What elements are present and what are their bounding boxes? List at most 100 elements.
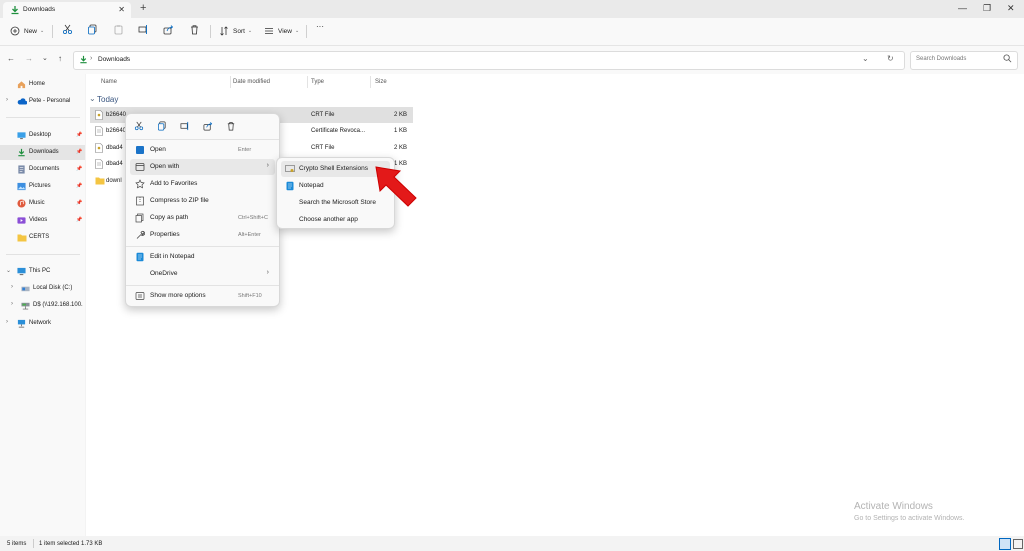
rename-icon[interactable] bbox=[180, 121, 190, 133]
copy-button[interactable] bbox=[87, 24, 98, 38]
notepad-icon bbox=[285, 181, 295, 191]
sidebar-item-local-disk[interactable]: › Local Disk (C:) bbox=[0, 281, 85, 296]
group-chevron-icon[interactable]: ⌄ bbox=[89, 94, 96, 103]
menu-item-add-favorites[interactable]: Add to Favorites bbox=[130, 176, 275, 192]
delete-button[interactable] bbox=[189, 24, 200, 38]
tab-close-icon[interactable]: ✕ bbox=[118, 5, 125, 14]
chevron-right-icon: › bbox=[11, 284, 13, 290]
download-icon bbox=[10, 5, 20, 17]
command-bar: New ⌄ Sort ⌄ View ⌄ ··· bbox=[0, 18, 1024, 46]
submenu-item-choose-app[interactable]: Choose another app bbox=[281, 212, 390, 228]
tab-downloads[interactable]: Downloads ✕ bbox=[3, 2, 131, 18]
chevron-right-icon: › bbox=[266, 269, 269, 276]
address-bar[interactable]: › Downloads › ⌄ ↻ bbox=[73, 51, 905, 70]
sidebar-item-this-pc[interactable]: ⌄ This PC bbox=[0, 264, 85, 279]
column-header-name[interactable]: Name bbox=[101, 79, 117, 85]
new-tab-button[interactable]: + bbox=[140, 2, 146, 14]
details-view-icon[interactable] bbox=[999, 538, 1011, 550]
rename-button[interactable] bbox=[138, 24, 149, 38]
sidebar-item-music[interactable]: Music 📌 bbox=[0, 196, 85, 211]
zip-icon bbox=[135, 196, 145, 206]
wrench-icon bbox=[135, 230, 146, 240]
paste-icon bbox=[114, 25, 123, 35]
chevron-down-icon: ⌄ bbox=[6, 268, 12, 274]
open-icon bbox=[135, 145, 145, 155]
copy-icon bbox=[88, 24, 97, 35]
documents-icon bbox=[17, 165, 26, 174]
certificate-file-icon bbox=[95, 126, 103, 138]
maximize-button[interactable]: ❐ bbox=[983, 3, 991, 14]
tab-title: Downloads bbox=[23, 6, 56, 13]
group-header-today[interactable]: Today bbox=[97, 95, 118, 104]
more-options-button[interactable]: ··· bbox=[316, 22, 324, 36]
copy-icon[interactable] bbox=[157, 121, 167, 133]
column-header-size[interactable]: Size bbox=[375, 79, 387, 85]
sidebar-item-desktop[interactable]: Desktop 📌 bbox=[0, 128, 85, 143]
activation-watermark-subtitle: Go to Settings to activate Windows. bbox=[854, 515, 965, 522]
sidebar-item-network-drive[interactable]: › D$ (\\192.168.100. bbox=[0, 298, 85, 313]
sidebar-item-network[interactable]: › Network bbox=[0, 316, 85, 331]
certificate-file-icon bbox=[95, 159, 103, 171]
menu-item-open-with[interactable]: Open with › bbox=[130, 159, 275, 175]
new-button[interactable]: New ⌄ bbox=[10, 24, 44, 38]
share-button[interactable] bbox=[163, 24, 174, 38]
folder-icon bbox=[17, 233, 27, 242]
menu-item-show-more[interactable]: Show more options Shift+F10 bbox=[130, 288, 275, 304]
star-icon bbox=[135, 179, 145, 189]
network-drive-icon bbox=[21, 301, 30, 310]
sidebar-item-home[interactable]: Home bbox=[0, 77, 85, 92]
selection-info: 1 item selected 1.73 KB bbox=[39, 541, 103, 547]
menu-item-copy-path[interactable]: Copy as path Ctrl+Shift+C bbox=[130, 210, 275, 226]
scissors-icon[interactable] bbox=[134, 121, 144, 133]
column-header-date[interactable]: Date modified bbox=[233, 79, 270, 85]
title-bar bbox=[0, 0, 1024, 18]
chevron-down-icon: ⌄ bbox=[40, 28, 45, 34]
sidebar-item-documents[interactable]: Documents 📌 bbox=[0, 162, 85, 177]
minimize-button[interactable]: — bbox=[958, 3, 967, 13]
search-box[interactable]: Search Downloads bbox=[910, 51, 1018, 70]
copy-path-icon bbox=[135, 213, 145, 223]
recent-chevron-icon[interactable]: ⌄ bbox=[42, 54, 48, 62]
sort-button[interactable]: Sort ⌄ bbox=[219, 24, 252, 38]
menu-item-compress[interactable]: Compress to ZIP file bbox=[130, 193, 275, 209]
context-quick-actions bbox=[134, 121, 236, 133]
sidebar-item-certs[interactable]: CERTS bbox=[0, 230, 85, 245]
sort-label: Sort bbox=[233, 27, 245, 35]
address-dropdown-icon[interactable]: ⌄ bbox=[862, 54, 869, 63]
up-arrow-icon[interactable]: ↑ bbox=[58, 54, 62, 63]
menu-item-open[interactable]: Open Enter bbox=[130, 142, 275, 158]
sidebar-item-downloads[interactable]: Downloads 📌 bbox=[0, 145, 85, 160]
view-button[interactable]: View ⌄ bbox=[264, 24, 299, 38]
plus-circle-icon bbox=[10, 26, 20, 36]
sidebar-item-onedrive[interactable]: › Pete - Personal bbox=[0, 94, 85, 109]
pin-icon: 📌 bbox=[76, 166, 83, 172]
certificate-file-icon bbox=[95, 110, 103, 122]
trash-icon bbox=[191, 25, 198, 35]
desktop-icon bbox=[17, 131, 26, 140]
column-header-type[interactable]: Type bbox=[311, 79, 324, 85]
view-label: View bbox=[278, 27, 292, 35]
notepad-icon bbox=[135, 252, 145, 262]
tiles-view-icon[interactable] bbox=[1013, 539, 1023, 549]
cut-button[interactable] bbox=[62, 24, 73, 38]
trash-icon[interactable] bbox=[226, 121, 236, 133]
pin-icon: 📌 bbox=[76, 200, 83, 206]
refresh-icon[interactable]: ↻ bbox=[887, 54, 894, 63]
close-window-button[interactable]: ✕ bbox=[1007, 3, 1015, 14]
back-arrow-icon[interactable]: ← bbox=[7, 54, 15, 63]
share-icon[interactable] bbox=[203, 121, 213, 133]
forward-arrow-icon[interactable]: → bbox=[25, 54, 33, 63]
chevron-right-icon: › bbox=[6, 97, 8, 103]
sidebar-item-pictures[interactable]: Pictures 📌 bbox=[0, 179, 85, 194]
activation-watermark-title: Activate Windows bbox=[854, 501, 933, 512]
pin-icon: 📌 bbox=[76, 149, 83, 155]
menu-item-properties[interactable]: Properties Alt+Enter bbox=[130, 227, 275, 243]
menu-item-onedrive[interactable]: OneDrive › bbox=[130, 266, 275, 282]
download-icon bbox=[79, 55, 88, 66]
sidebar-item-videos[interactable]: Videos 📌 bbox=[0, 213, 85, 228]
certificate-file-icon bbox=[95, 143, 103, 155]
path-chevron-icon: › bbox=[126, 55, 129, 62]
chevron-right-icon: › bbox=[266, 162, 269, 169]
paste-button[interactable] bbox=[113, 24, 124, 38]
menu-item-edit-notepad[interactable]: Edit in Notepad bbox=[130, 249, 275, 265]
